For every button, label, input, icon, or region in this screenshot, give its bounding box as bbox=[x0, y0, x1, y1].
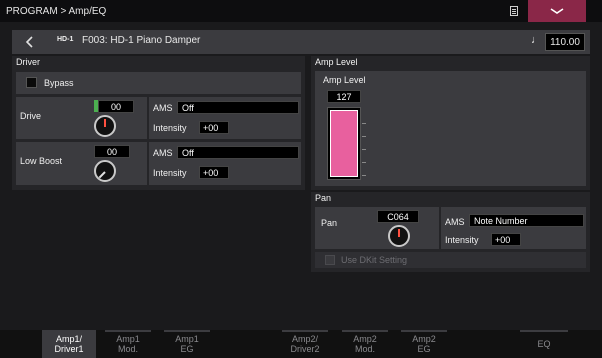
tempo-note-icon: ♩ bbox=[531, 34, 542, 46]
pan-intensity-value[interactable]: +00 bbox=[491, 233, 521, 246]
bottom-tab-bar: Amp1/Driver1 Amp1 Mod. Amp1 EG Amp2/Driver… bbox=[0, 330, 602, 358]
bypass-label: Bypass bbox=[44, 78, 74, 88]
hd1-badge: HD-1 bbox=[57, 36, 74, 43]
drive-intensity-value[interactable]: +00 bbox=[199, 121, 229, 134]
program-name[interactable]: F003: HD-1 Piano Damper bbox=[82, 35, 200, 46]
low-boost-ams-select[interactable]: Off bbox=[177, 146, 299, 159]
low-boost-label: Low Boost bbox=[20, 156, 63, 166]
amp-level-ticks bbox=[362, 111, 366, 177]
drive-label: Drive bbox=[20, 111, 42, 121]
amp-level-meter[interactable] bbox=[327, 107, 361, 180]
amp-level-section: Amp Level 127 bbox=[315, 71, 586, 186]
pan-ams-section: AMS Note Number Intensity +00 bbox=[441, 207, 586, 249]
tab-amp2-mod[interactable]: Amp2 Mod. bbox=[338, 330, 392, 358]
driver-title: Driver bbox=[16, 57, 40, 67]
bypass-row[interactable]: Bypass bbox=[16, 72, 301, 94]
pan-label: Pan bbox=[321, 218, 338, 228]
tab-amp1-eg[interactable]: Amp1 EG bbox=[160, 330, 214, 358]
drive-ams-label: AMS bbox=[153, 103, 173, 113]
drive-ams-section: AMS Off Intensity +00 bbox=[149, 97, 301, 139]
pan-knob[interactable] bbox=[388, 225, 410, 247]
amp-level-title: Amp Level bbox=[315, 57, 358, 67]
low-boost-knob[interactable] bbox=[94, 160, 116, 182]
program-header: HD-1 F003: HD-1 Piano Damper ♩ 110.00 bbox=[12, 30, 590, 54]
low-boost-intensity-value[interactable]: +00 bbox=[199, 166, 229, 179]
back-button[interactable] bbox=[18, 33, 40, 51]
breadcrumb: PROGRAM > Amp/EQ bbox=[6, 5, 107, 17]
pan-intensity-label: Intensity bbox=[445, 235, 479, 245]
chevron-down-icon bbox=[550, 8, 564, 14]
amp-level-panel: Amp Level Amp Level 127 bbox=[311, 56, 590, 190]
use-dkit-label: Use DKit Setting bbox=[341, 255, 408, 265]
pan-panel: Pan Pan C064 AMS Note Number Intensity +… bbox=[311, 192, 590, 272]
amp-level-meter-fill bbox=[330, 110, 358, 177]
tab-amp1-mod[interactable]: Amp1 Mod. bbox=[101, 330, 155, 358]
pan-knob-section: Pan C064 bbox=[315, 207, 439, 249]
page-menu-button[interactable] bbox=[528, 0, 586, 22]
tab-eq[interactable]: EQ bbox=[516, 330, 572, 358]
bypass-checkbox[interactable] bbox=[26, 77, 37, 88]
drive-ams-select[interactable]: Off bbox=[177, 101, 299, 114]
amp-level-label: Amp Level bbox=[323, 75, 366, 85]
driver-panel: Driver Bypass Drive 00 AMS Off Intensity… bbox=[12, 56, 305, 190]
pan-ams-select[interactable]: Note Number bbox=[469, 214, 584, 227]
pan-value[interactable]: C064 bbox=[377, 210, 419, 223]
use-dkit-checkbox[interactable] bbox=[325, 255, 335, 265]
page-list-icon[interactable] bbox=[510, 6, 518, 16]
drive-knob[interactable] bbox=[94, 115, 116, 137]
low-boost-ams-section: AMS Off Intensity +00 bbox=[149, 142, 301, 185]
title-bar: PROGRAM > Amp/EQ bbox=[0, 0, 602, 22]
tab-amp2-driver2[interactable]: Amp2/Driver2 bbox=[278, 330, 332, 358]
low-boost-ams-label: AMS bbox=[153, 148, 173, 158]
pan-title: Pan bbox=[315, 193, 332, 203]
tab-amp2-eg[interactable]: Amp2 EG bbox=[397, 330, 451, 358]
use-dkit-row[interactable]: Use DKit Setting bbox=[315, 252, 586, 268]
low-boost-value[interactable]: 00 bbox=[94, 145, 130, 158]
low-boost-intensity-label: Intensity bbox=[153, 168, 187, 178]
drive-value[interactable]: 00 bbox=[98, 100, 134, 113]
tempo-field[interactable]: 110.00 bbox=[545, 33, 585, 51]
pan-ams-label: AMS bbox=[445, 217, 465, 227]
tab-amp1-driver1[interactable]: Amp1/Driver1 bbox=[42, 330, 96, 358]
drive-intensity-label: Intensity bbox=[153, 123, 187, 133]
chevron-left-icon bbox=[25, 36, 33, 48]
amp-level-value[interactable]: 127 bbox=[327, 90, 361, 103]
